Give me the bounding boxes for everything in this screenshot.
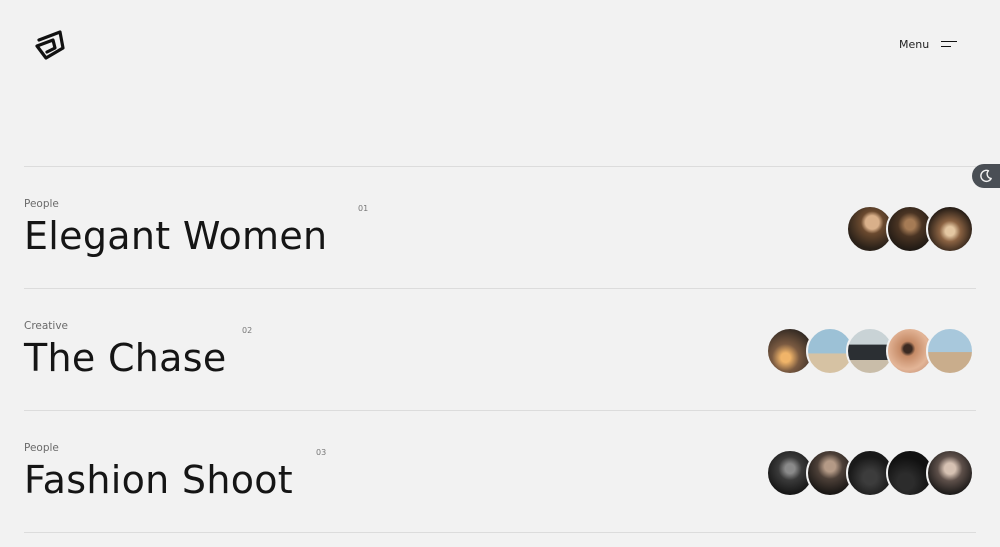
hamburger-icon (941, 40, 958, 50)
project-number: 01 (358, 204, 369, 213)
thumbnail-stack (846, 205, 974, 253)
menu-button[interactable]: Menu (899, 38, 958, 51)
project-row[interactable]: People Fashion Shoot 03 (24, 410, 976, 533)
thumbnail-image (926, 205, 974, 253)
brand-logo-icon[interactable] (33, 28, 69, 62)
project-number: 03 (316, 448, 327, 457)
project-title[interactable]: Fashion Shoot (24, 457, 293, 503)
project-category: Creative (24, 320, 69, 332)
project-row[interactable]: Creative The Chase 02 (24, 288, 976, 410)
project-title[interactable]: The Chase (24, 335, 227, 381)
thumbnail-stack (766, 327, 974, 375)
project-title[interactable]: Elegant Women (24, 213, 327, 259)
menu-label: Menu (899, 38, 930, 51)
project-list: People Elegant Women 01 Creative The Cha… (24, 166, 976, 533)
project-row[interactable]: People Elegant Women 01 (24, 166, 976, 288)
thumbnail-stack (766, 449, 974, 497)
project-category: People (24, 198, 59, 210)
moon-icon (980, 169, 992, 183)
theme-toggle-button[interactable] (972, 164, 1000, 188)
thumbnail-image (926, 327, 974, 375)
thumbnail-image (926, 449, 974, 497)
project-category: People (24, 442, 59, 454)
project-number: 02 (242, 326, 253, 335)
